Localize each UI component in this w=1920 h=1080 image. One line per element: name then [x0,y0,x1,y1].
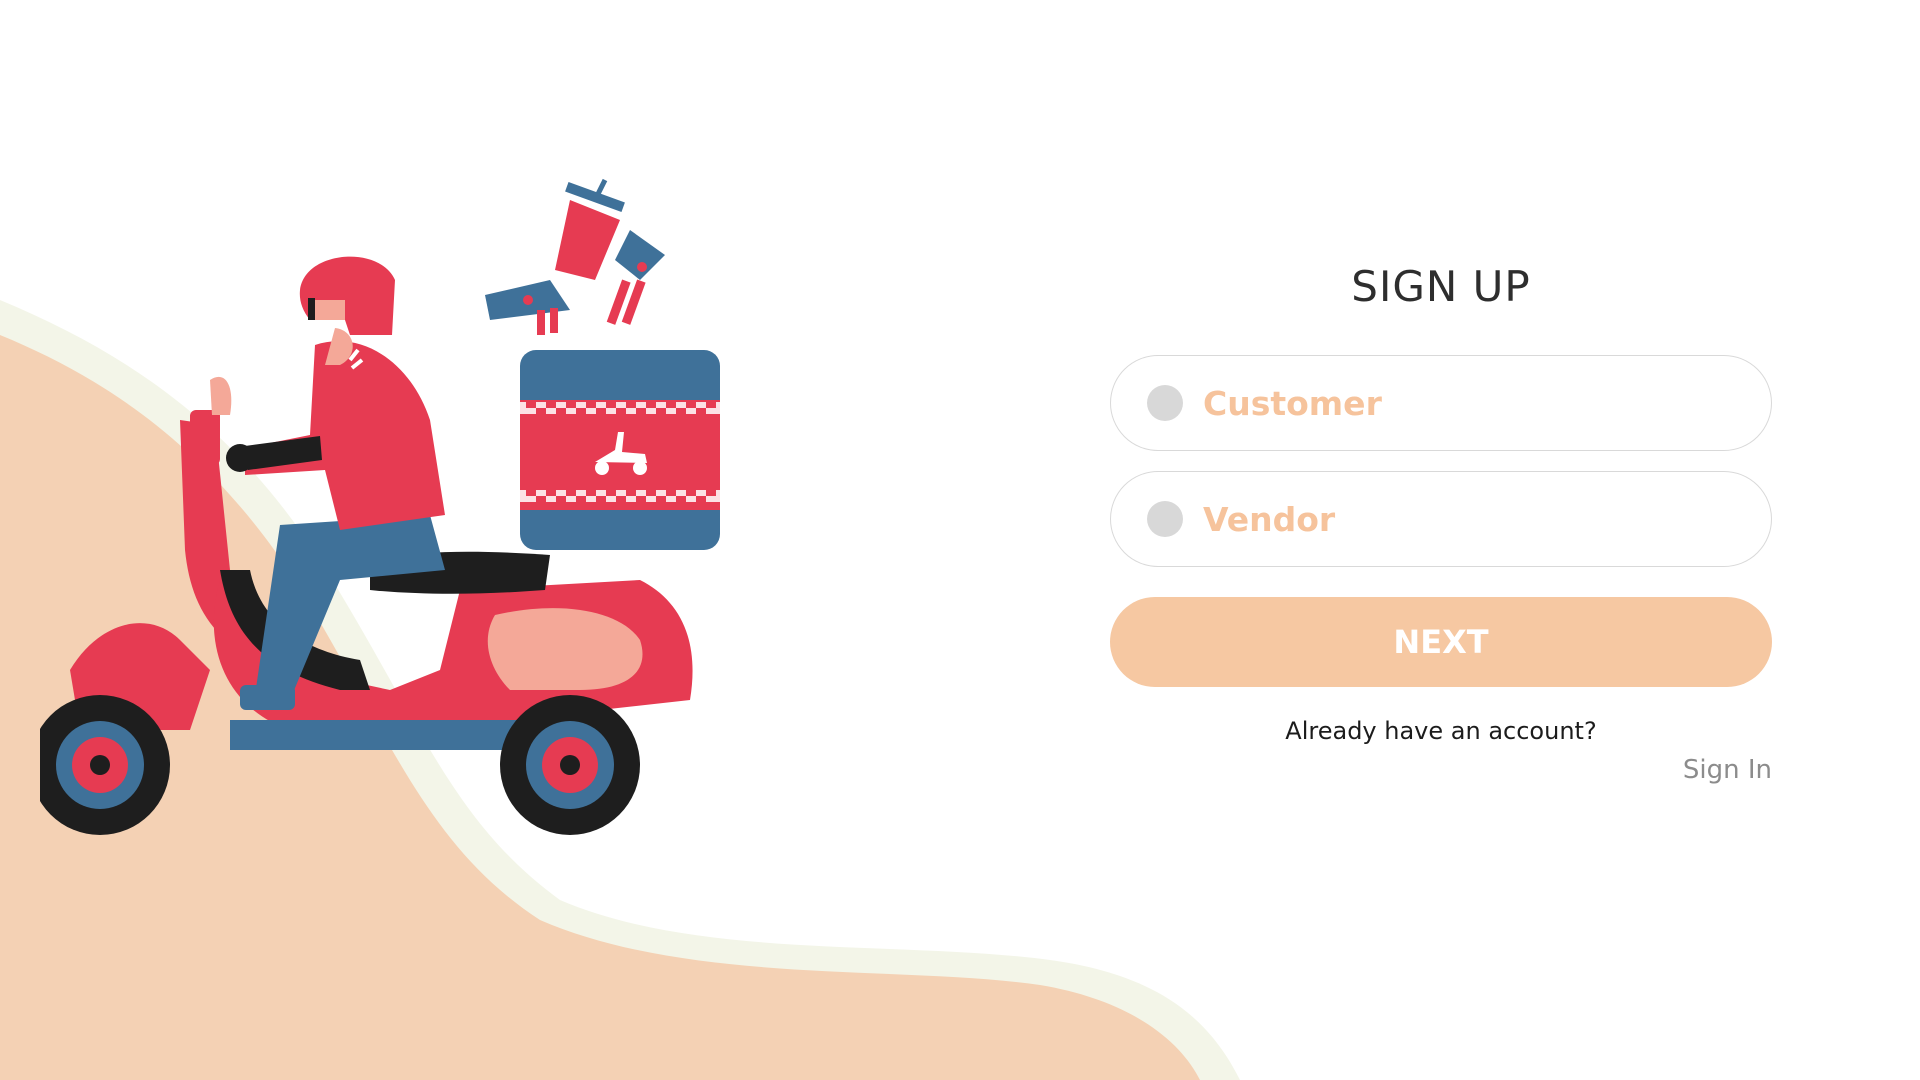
vendor-label: Vendor [1203,499,1336,539]
customer-radio-button[interactable] [1147,385,1183,421]
customer-label: Customer [1203,383,1382,423]
signin-row: Sign In [1110,755,1772,785]
page-title: SIGN UP [1351,262,1531,311]
sign-in-link[interactable]: Sign In [1683,755,1772,785]
vendor-option[interactable]: Vendor [1110,471,1772,567]
next-button[interactable]: NEXT [1110,597,1772,687]
signup-page: SIGN UP Customer Vendor NEXT Already hav… [0,0,1920,1080]
vendor-radio-button[interactable] [1147,501,1183,537]
account-prompt: Already have an account? [1285,717,1597,745]
rear-wheel [500,695,640,835]
fries-box-icon [485,280,570,335]
signup-form: SIGN UP Customer Vendor NEXT Already hav… [1110,262,1772,785]
customer-option[interactable]: Customer [1110,355,1772,451]
delivery-rider-illustration [40,178,720,835]
food-container-icon [606,230,665,325]
drink-cup-icon [555,178,625,280]
delivery-box [520,350,720,550]
